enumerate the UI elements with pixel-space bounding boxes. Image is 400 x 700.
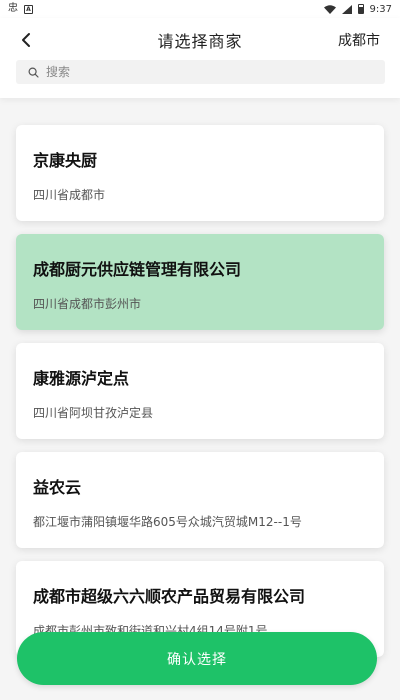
search-box[interactable] (16, 60, 385, 84)
battery-icon (357, 4, 364, 14)
header: 请选择商家 成都市 (0, 18, 400, 98)
status-time: 9:37 (369, 3, 392, 15)
merchant-address: 四川省成都市彭州市 (33, 297, 142, 311)
merchant-name: 成都厨元供应链管理有限公司 (33, 260, 242, 279)
chevron-left-icon (22, 33, 30, 47)
merchant-name: 益农云 (33, 478, 82, 497)
merchant-name: 京康央厨 (33, 151, 98, 170)
merchant-card[interactable]: 京康央厨 四川省成都市 (16, 125, 384, 221)
merchant-card[interactable]: 益农云 都江堰市蒲阳镇堰华路605号众城汽贸城M12--1号 (16, 452, 384, 548)
status-bar: 忠 A 9:37 (0, 0, 400, 18)
confirm-button[interactable]: 确认选择 (17, 632, 377, 685)
signal-icon (341, 4, 352, 14)
search-input[interactable] (46, 65, 346, 79)
wifi-icon (323, 4, 336, 14)
city-selector[interactable]: 成都市 (338, 30, 380, 50)
screen: 忠 A 9:37 请选择商家 成都市 搜索 京康央厨 四川省成都市 成都厨元供应… (0, 0, 400, 700)
merchant-name: 成都市超级六六顺农产品贸易有限公司 (33, 587, 306, 606)
merchant-card[interactable]: 康雅源泸定点 四川省阿坝甘孜泸定县 (16, 343, 384, 439)
status-right: 9:37 (323, 3, 392, 15)
header-row: 请选择商家 成都市 (0, 24, 400, 56)
back-button[interactable] (14, 28, 38, 52)
a-icon: A (24, 4, 33, 14)
merchant-name: 康雅源泸定点 (33, 369, 130, 388)
search-icon (28, 66, 40, 78)
merchant-address: 都江堰市蒲阳镇堰华路605号众城汽贸城M12--1号 (33, 515, 302, 529)
page-title: 请选择商家 (157, 32, 243, 51)
merchant-address: 四川省成都市 (33, 188, 106, 202)
status-left: 忠 A (8, 4, 33, 14)
merchant-card-selected[interactable]: 成都厨元供应链管理有限公司 四川省成都市彭州市 (16, 234, 384, 330)
merchant-address: 四川省阿坝甘孜泸定县 (33, 406, 154, 420)
app-icon: 忠 (8, 3, 18, 14)
